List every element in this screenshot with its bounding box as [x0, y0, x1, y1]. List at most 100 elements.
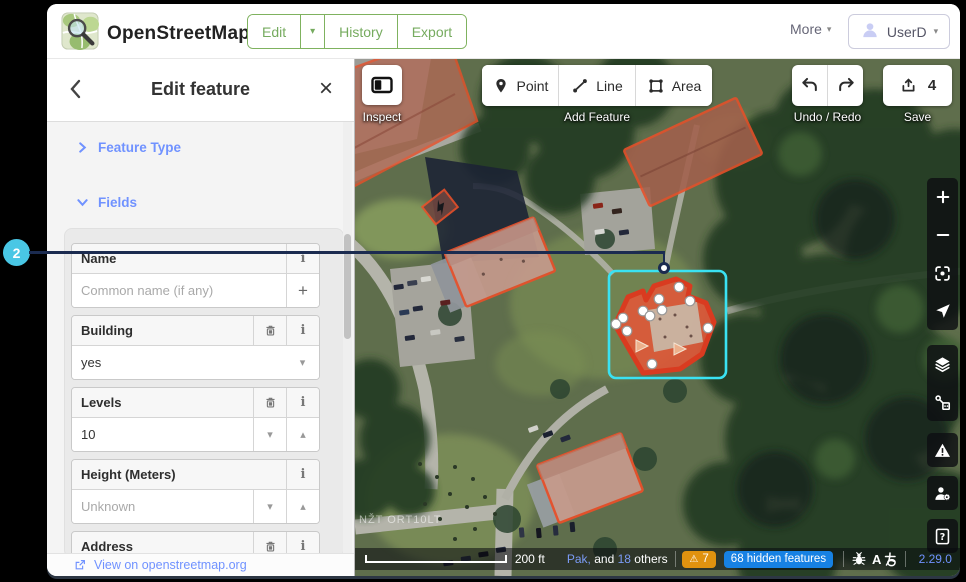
field-card-height: Height (Meters) i ▾ ▴ — [71, 459, 320, 524]
undo-button[interactable] — [792, 65, 827, 106]
stepper-up-button[interactable]: ▴ — [286, 490, 319, 523]
svg-text:A: A — [872, 552, 882, 567]
redo-button[interactable] — [827, 65, 863, 106]
name-input[interactable] — [81, 283, 277, 298]
redo-icon — [838, 77, 854, 91]
divider — [904, 551, 906, 567]
map-canvas[interactable]: NŽT ORT10LT Inspect Point Line Area Add … — [355, 59, 960, 576]
edit-attribution: Pak, and 18 others — [566, 552, 668, 566]
backgrounds-button[interactable] — [927, 345, 958, 383]
info-button[interactable]: i — [286, 316, 319, 345]
others-count-link[interactable]: 18 — [618, 552, 631, 566]
map-data-button[interactable] — [927, 383, 958, 421]
external-link-icon — [75, 560, 85, 570]
edit-button[interactable]: Edit — [248, 15, 301, 48]
add-name-button[interactable]: + — [286, 274, 319, 307]
levels-input[interactable] — [81, 427, 244, 442]
hidden-features-badge[interactable]: 68 hidden features — [723, 550, 834, 568]
add-feature-label: Add Feature — [563, 110, 631, 124]
minus-icon — [936, 233, 949, 237]
section-fields[interactable]: Fields — [77, 195, 137, 210]
help-icon: ? — [935, 528, 950, 544]
panel-footer: View on openstreetmap.org — [47, 553, 354, 576]
field-label: Building — [81, 323, 133, 338]
remove-field-button[interactable] — [253, 388, 286, 417]
edit-caret-icon[interactable]: ▾ — [300, 15, 325, 48]
warning-triangle-icon — [934, 443, 951, 457]
sidebar-scrollbar-thumb[interactable] — [344, 234, 351, 339]
add-point-button[interactable]: Point — [482, 65, 558, 106]
info-icon: i — [300, 395, 306, 410]
user-avatar-icon — [860, 20, 880, 43]
plus-icon: + — [298, 280, 308, 300]
area-icon — [649, 78, 663, 93]
translate-icon[interactable]: A — [872, 551, 898, 567]
field-label: Address — [81, 539, 134, 553]
save-count-badge: 4 — [927, 77, 937, 94]
more-menu-button[interactable]: More ▾ — [790, 21, 831, 37]
callout-line — [29, 251, 664, 254]
zoom-out-button[interactable] — [927, 216, 958, 254]
upload-icon — [902, 78, 915, 92]
divider — [674, 551, 676, 567]
section-feature-type[interactable]: Feature Type — [77, 140, 181, 155]
add-line-button[interactable]: Line — [558, 65, 635, 106]
bearing-arrow-button[interactable] — [927, 292, 958, 330]
geolocate-button[interactable] — [927, 254, 958, 292]
version-link[interactable]: 2.29.0 — [919, 552, 952, 566]
export-button[interactable]: Export — [396, 15, 467, 48]
chevron-down-icon: ▾ — [933, 26, 939, 36]
scale-bar — [365, 555, 507, 563]
info-icon: i — [300, 467, 306, 482]
panel-title: Edit feature — [150, 79, 251, 99]
user-settings-icon — [935, 486, 951, 500]
info-button[interactable]: i — [286, 460, 319, 489]
undo-icon — [801, 77, 817, 91]
height-input[interactable] — [81, 499, 244, 514]
navigation-arrow-icon — [935, 304, 950, 318]
user-menu-button[interactable]: UserD ▾ — [848, 14, 950, 49]
scale-label: 200 ft — [514, 552, 545, 566]
panel-header: Edit feature × — [47, 59, 354, 122]
save-button[interactable]: 4 — [883, 65, 952, 106]
remove-field-button[interactable] — [253, 532, 286, 553]
view-on-osm-link[interactable]: View on openstreetmap.org — [94, 558, 247, 572]
user-name: UserD — [886, 23, 927, 40]
info-icon: i — [300, 539, 306, 553]
issues-badge[interactable]: ⚠ 7 — [682, 550, 716, 568]
add-area-button[interactable]: Area — [635, 65, 712, 106]
info-button[interactable]: i — [286, 244, 319, 273]
field-label: Levels — [81, 395, 122, 410]
zoom-in-button[interactable] — [927, 178, 958, 216]
field-card-address: Address i — [71, 531, 320, 553]
bug-report-icon[interactable] — [851, 551, 867, 567]
info-icon: i — [300, 323, 306, 338]
preferences-button[interactable] — [927, 476, 958, 510]
screenshot-stage: OpenStreetMap Edit ▾ History Export More… — [0, 0, 966, 582]
openstreetmap-logo-icon — [61, 12, 99, 55]
caret-down-icon: ▾ — [267, 501, 273, 513]
trash-icon — [265, 541, 275, 552]
inspect-button[interactable] — [362, 65, 402, 105]
info-button[interactable]: i — [286, 388, 319, 417]
point-pin-icon — [495, 78, 506, 92]
caret-up-icon: ▴ — [300, 501, 306, 513]
info-button[interactable]: i — [286, 532, 319, 553]
building-combobox[interactable] — [81, 355, 277, 370]
stepper-down-button[interactable]: ▾ — [253, 418, 286, 451]
field-label: Height (Meters) — [81, 467, 176, 482]
stepper-up-button[interactable]: ▴ — [286, 418, 319, 451]
edit-nav-group: Edit ▾ History Export — [247, 14, 468, 49]
field-card-building: Building i ▾ — [71, 315, 320, 380]
history-button[interactable]: History — [324, 15, 397, 48]
contributor-link[interactable]: Pak, — [567, 552, 591, 566]
map-data-icon — [935, 394, 951, 410]
remove-field-button[interactable] — [253, 316, 286, 345]
add-feature-group: Point Line Area — [482, 65, 712, 106]
close-icon[interactable]: × — [312, 73, 340, 105]
app-window: OpenStreetMap Edit ▾ History Export More… — [47, 4, 960, 576]
trash-icon — [265, 325, 275, 336]
issues-button[interactable] — [927, 433, 958, 467]
combobox-caret-button[interactable]: ▾ — [286, 346, 319, 379]
stepper-down-button[interactable]: ▾ — [253, 490, 286, 523]
